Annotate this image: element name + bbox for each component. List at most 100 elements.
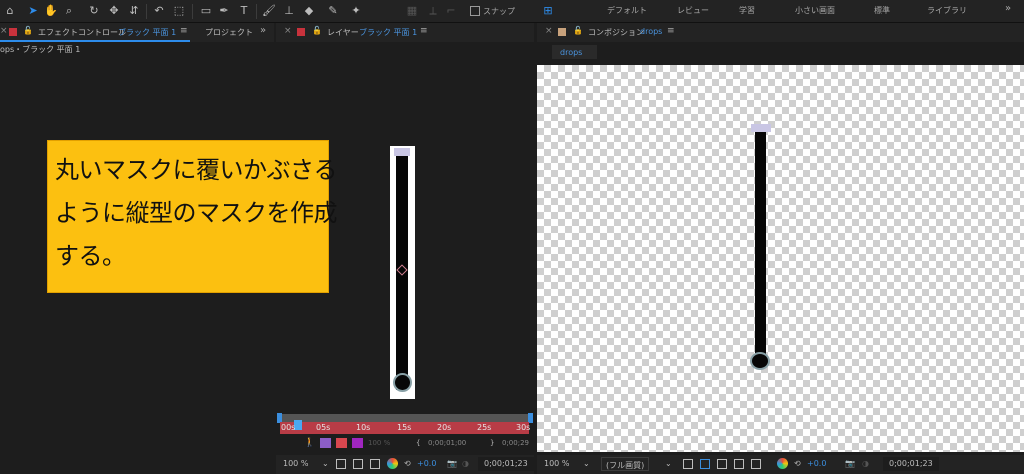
comp-mask-top[interactable] — [751, 124, 771, 132]
chevron-down-icon: ⌄ — [665, 459, 672, 468]
current-time[interactable]: 0;00;01;23 — [478, 457, 534, 471]
round-mask[interactable] — [393, 373, 412, 392]
person-icon[interactable]: 🚶 — [304, 438, 315, 448]
zoom-select[interactable]: 100 % — [544, 459, 569, 468]
workspace-learn[interactable]: 学習 — [739, 5, 755, 16]
layer-tab-layer-name: ブラック 平面 1 — [359, 28, 418, 37]
brush-tool-icon[interactable]: 🖌 — [262, 4, 276, 18]
close-icon[interactable]: × — [545, 26, 553, 36]
chevron-down-icon: ⌄ — [583, 459, 590, 468]
camera-icon[interactable]: 📷 — [845, 459, 855, 468]
color-chip-icon[interactable] — [352, 438, 363, 448]
puppet-tool-icon[interactable]: ✦ — [349, 4, 363, 18]
composition-viewer[interactable] — [537, 65, 1024, 452]
roto-brush-tool-icon[interactable]: ✎ — [326, 4, 340, 18]
rotate-tool-icon[interactable]: ↻ — [87, 4, 101, 18]
layer-tab-label[interactable]: レイヤー — [327, 27, 359, 38]
effect-controls-layer-name: ブラック 平面 1 — [118, 28, 177, 37]
home-icon[interactable]: ⌂ — [3, 4, 17, 18]
timeline-label: 20s — [437, 423, 452, 432]
safe-zones-icon[interactable] — [370, 459, 380, 469]
exposure-value[interactable]: +0.0 — [807, 459, 826, 468]
selection-tool-icon[interactable]: ➤ — [26, 4, 40, 18]
zoom-select[interactable]: 100 % — [283, 459, 308, 468]
in-point-icon[interactable]: { — [416, 439, 420, 447]
undo-icon[interactable]: ↶ — [152, 4, 166, 18]
current-time[interactable]: 0;00;01;23 — [883, 457, 939, 471]
snap-edges-icon[interactable]: ⌐ — [444, 4, 458, 18]
effect-controls-tab-label[interactable]: エフェクトコントロール — [38, 27, 126, 38]
grid-icon[interactable] — [336, 459, 346, 469]
workspace-small-screen[interactable]: 小さい画面 — [795, 5, 835, 16]
opacity-value[interactable]: 100 % — [368, 439, 390, 447]
workspace-review[interactable]: レビュー — [677, 5, 709, 16]
timeline-label: 15s — [397, 423, 412, 432]
panel-menu-icon[interactable]: ≡ — [180, 26, 188, 36]
grid-snap-icon[interactable]: ⊞ — [541, 4, 555, 18]
puppet-pin-icon[interactable] — [320, 438, 331, 448]
transparency-grid-icon[interactable] — [700, 459, 710, 469]
comp-sub-tab[interactable]: drops — [552, 45, 597, 59]
out-point-icon[interactable]: } — [490, 439, 494, 447]
annotation-callout: 丸いマスクに覆いかぶさる ように縦型のマスクを作成 する。 — [47, 140, 338, 293]
toolbar-divider — [256, 4, 257, 19]
timeline-label: 10s — [356, 423, 371, 432]
text-tool-icon[interactable]: T — [237, 4, 251, 18]
lock-icon[interactable]: 🔓 — [573, 26, 583, 35]
pan-behind-tool-icon[interactable]: ⇵ — [127, 4, 141, 18]
comp-round-mask[interactable] — [750, 352, 770, 370]
eraser-tool-icon[interactable]: ◆ — [302, 4, 316, 18]
panel-more-button[interactable]: » — [260, 25, 266, 36]
mask-top-vertex[interactable] — [394, 148, 410, 156]
hand-tool-icon[interactable]: ✋ — [44, 4, 58, 18]
channel-icon[interactable] — [387, 458, 398, 469]
clone-stamp-tool-icon[interactable]: ⊥ — [282, 4, 296, 18]
snap-checkbox[interactable] — [470, 6, 480, 16]
anchor-tool-icon[interactable]: ✥ — [107, 4, 121, 18]
align-icon[interactable]: ▦ — [405, 4, 419, 18]
workspace-standard[interactable]: 標準 — [874, 5, 890, 16]
timeline-label: 00s — [281, 423, 296, 432]
lock-icon[interactable]: 🔓 — [23, 26, 33, 35]
close-icon[interactable]: × — [0, 26, 8, 36]
timeline-label: 25s — [477, 423, 492, 432]
in-point-time[interactable]: 0;00;01;00 — [428, 439, 466, 447]
region-of-interest-icon[interactable] — [751, 459, 761, 469]
exposure-reset-icon[interactable]: ⟲ — [404, 459, 411, 468]
workspace-default[interactable]: デフォルト — [607, 5, 647, 16]
annotation-line: する。 — [55, 242, 126, 270]
lock-icon[interactable]: 🔓 — [312, 26, 322, 35]
close-icon[interactable]: × — [284, 26, 292, 36]
safe-zones-icon[interactable] — [734, 459, 744, 469]
panel-menu-icon[interactable]: ≡ — [667, 26, 675, 36]
rectangle-tool-icon[interactable]: ▭ — [199, 4, 213, 18]
workspaces-more-button[interactable]: » — [1005, 3, 1011, 14]
toolbar-divider — [192, 4, 193, 19]
comp-solid-bar[interactable] — [755, 130, 766, 367]
region-icon[interactable]: ⬚ — [172, 4, 186, 18]
zoom-tool-icon[interactable]: ⌕ — [62, 4, 76, 18]
layer-time-navigator[interactable] — [280, 414, 529, 422]
label-color-swatch — [558, 28, 566, 36]
snap-options-icon[interactable]: ⟂ — [426, 4, 440, 18]
tab-project[interactable]: プロジェクト — [205, 27, 253, 38]
camera-icon[interactable]: 📷 — [447, 459, 457, 468]
exposure-reset-icon[interactable]: ⟲ — [794, 459, 801, 468]
out-point-time[interactable]: 0;00;29 — [502, 439, 529, 447]
panel-menu-icon[interactable]: ≡ — [420, 26, 428, 36]
resolution-select[interactable]: (フル画質) — [601, 457, 650, 471]
mask-visibility-icon[interactable] — [353, 459, 363, 469]
show-snapshot-icon[interactable]: ◑ — [862, 459, 869, 468]
fast-preview-icon[interactable] — [683, 459, 693, 469]
composition-tab-label[interactable]: コンポジション — [588, 27, 644, 38]
channel-icon[interactable] — [777, 458, 788, 469]
render-icon[interactable] — [336, 438, 347, 448]
show-snapshot-icon[interactable]: ◑ — [462, 459, 469, 468]
workspace-libraries[interactable]: ライブラリ — [927, 5, 967, 16]
mask-visibility-icon[interactable] — [717, 459, 727, 469]
layer-viewer-controls: 100 % ⌄ ⟲ +0.0 📷 ◑ 0;00;01;23 — [276, 455, 534, 474]
layer-preview[interactable] — [390, 146, 415, 399]
exposure-value[interactable]: +0.0 — [417, 459, 436, 468]
pen-tool-icon[interactable]: ✒ — [217, 4, 231, 18]
timeline-label: 05s — [316, 423, 331, 432]
